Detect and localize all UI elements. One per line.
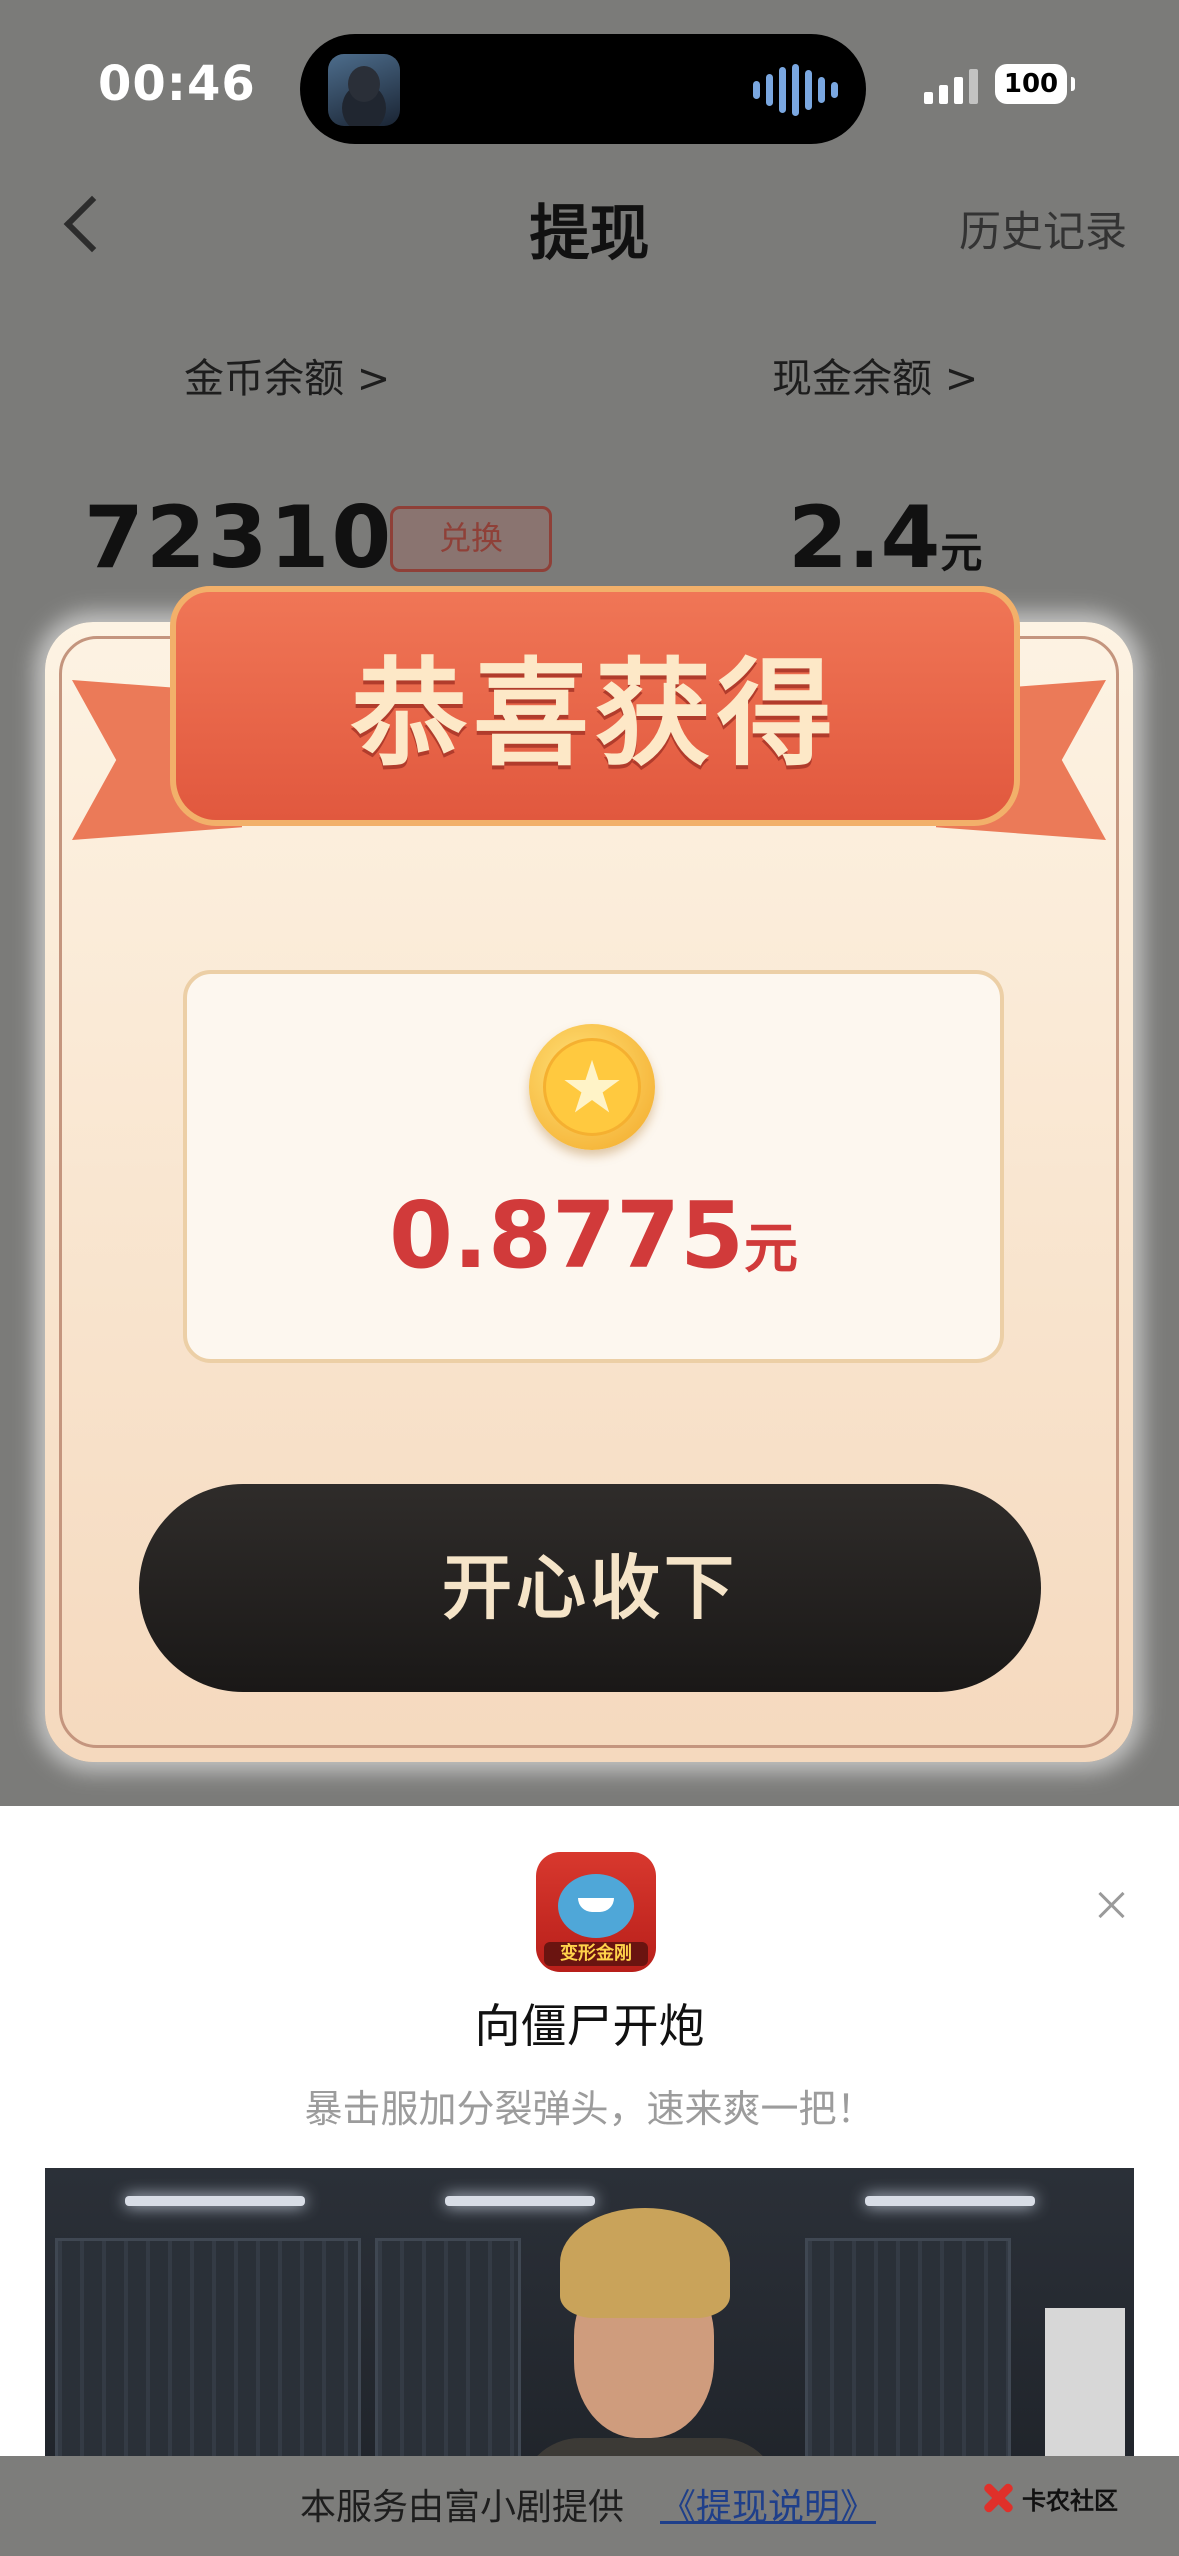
modal-ribbon: 恭喜获得	[170, 586, 1020, 826]
character-hair	[560, 2208, 730, 2318]
ceiling-light	[125, 2196, 305, 2206]
cash-unit: 元	[940, 528, 983, 577]
media-thumbnail-icon	[328, 54, 400, 126]
cash-amount-number: 2.4	[788, 488, 941, 588]
kanong-logo-icon	[980, 2480, 1016, 2516]
exchange-button[interactable]: 兑换	[390, 506, 552, 572]
reward-card: 0.8775元	[183, 970, 1004, 1363]
reward-amount: 0.8775元	[187, 1182, 1000, 1289]
accept-button[interactable]: 开心收下	[139, 1484, 1041, 1692]
dynamic-island[interactable]	[300, 34, 866, 144]
audio-wave-icon	[753, 64, 838, 116]
ceiling-light	[865, 2196, 1035, 2206]
footer-provider-text: 本服务由富小剧提供	[300, 2487, 625, 2528]
ad-title[interactable]: 向僵尸开炮	[0, 1990, 1179, 2056]
close-icon[interactable]	[1094, 1888, 1128, 1922]
app-icon-badge: 变形金刚	[544, 1942, 648, 1966]
app-icon[interactable]: 变形金刚	[536, 1852, 656, 1972]
coin-balance-value: 72310	[84, 488, 394, 588]
status-bar: 00:46 100	[0, 0, 1179, 170]
reward-amount-number: 0.8775	[388, 1182, 745, 1289]
cash-balance-value: 2.4元	[788, 488, 982, 588]
watermark-text: 卡农社区	[1022, 2486, 1118, 2515]
cellular-signal-icon	[924, 68, 978, 104]
coin-balance-link[interactable]: 金币余额 >	[184, 346, 390, 404]
history-link[interactable]: 历史记录	[959, 198, 1127, 259]
cash-balance-link[interactable]: 现金余额 >	[772, 346, 978, 404]
zombie-mascot-icon	[558, 1874, 634, 1938]
withdraw-instructions-link[interactable]: 《提现说明》	[660, 2478, 876, 2530]
reward-unit: 元	[744, 1217, 799, 1280]
watermark: 卡农社区	[980, 2480, 1118, 2516]
status-time: 00:46	[98, 56, 256, 112]
ad-description: 暴击服加分裂弹头，速来爽一把！	[304, 2087, 875, 2131]
ceiling-light	[445, 2196, 595, 2206]
modal-title: 恭喜获得	[351, 647, 839, 782]
gold-coin-star-icon	[529, 1024, 655, 1150]
battery-icon: 100	[995, 64, 1075, 104]
